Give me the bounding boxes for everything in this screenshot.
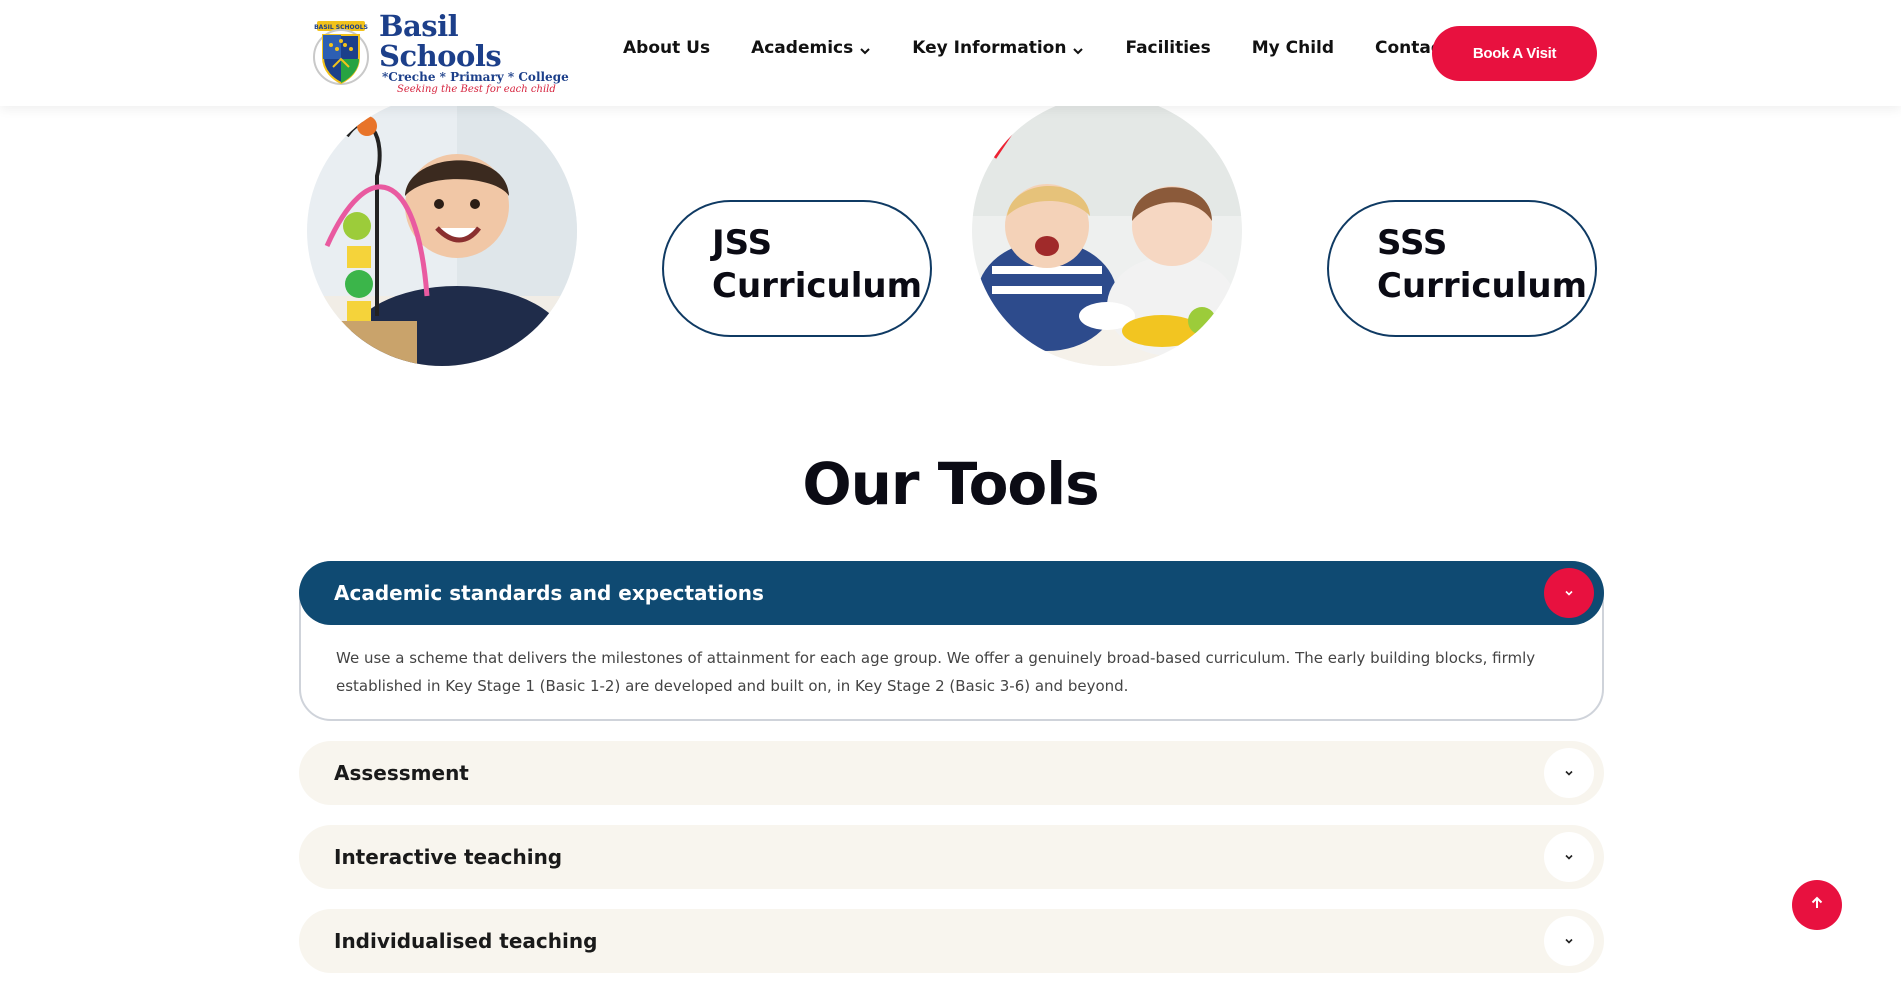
logo-tagline: Seeking the Best for each child [397, 83, 556, 95]
accordion-label: Interactive teaching [334, 845, 563, 869]
accordion-label: Individualised teaching [334, 929, 598, 953]
chevron-down-icon[interactable] [1544, 916, 1594, 966]
site-logo[interactable]: BASIL SCHOOLS Basil Schools *Creche * Pr… [311, 11, 571, 95]
chevron-down-icon[interactable] [1544, 748, 1594, 798]
accordion-header-academic-standards[interactable]: Academic standards and expectations [299, 561, 1604, 625]
jss-curriculum-card[interactable]: JSS Curriculum [662, 200, 932, 337]
logo-title: Basil Schools [379, 8, 502, 73]
accordion-header-interactive-teaching[interactable]: Interactive teaching [299, 825, 1604, 889]
accordion-body-text: We use a scheme that delivers the milest… [336, 649, 1536, 695]
nav-key-information[interactable]: Key Information [912, 38, 1084, 58]
nav-academics[interactable]: Academics [751, 38, 871, 58]
accordion-label: Academic standards and expectations [334, 581, 764, 605]
pill-line1: SSS [1377, 223, 1448, 263]
chevron-down-icon[interactable] [1544, 568, 1594, 618]
nav-facilities[interactable]: Facilities [1125, 38, 1210, 58]
accordion-header-individualised-teaching[interactable]: Individualised teaching [299, 909, 1604, 973]
chevron-down-icon [859, 42, 871, 55]
site-header: BASIL SCHOOLS Basil Schools *Creche * Pr… [0, 0, 1901, 106]
nav-label: Key Information [912, 38, 1067, 58]
main-nav: About Us Academics Key Information Facil… [623, 38, 1479, 58]
nav-label: My Child [1251, 38, 1335, 58]
chevron-down-icon [1072, 42, 1084, 55]
pill-line2: Curriculum [1377, 266, 1587, 306]
book-a-visit-button[interactable]: Book A Visit [1432, 26, 1597, 81]
children-eating-image [972, 96, 1242, 366]
pill-line1: JSS [712, 223, 773, 263]
toddler-playing-image [307, 96, 577, 366]
nav-about-us[interactable]: About Us [623, 38, 710, 58]
nav-label: About Us [623, 38, 711, 58]
section-title: Our Tools [802, 450, 1099, 518]
nav-label: Academics [751, 38, 854, 58]
nav-my-child[interactable]: My Child [1252, 38, 1334, 58]
accordion-header-assessment[interactable]: Assessment [299, 741, 1604, 805]
pill-line2: Curriculum [712, 266, 922, 306]
sss-curriculum-card[interactable]: SSS Curriculum [1327, 200, 1597, 337]
nav-label: Facilities [1125, 38, 1211, 58]
accordion-label: Assessment [334, 761, 469, 785]
logo-subtitle: *Creche * Primary * College [382, 69, 569, 84]
arrow-up-icon [1809, 895, 1825, 915]
school-crest-icon: BASIL SCHOOLS [311, 19, 371, 87]
scroll-to-top-button[interactable] [1792, 880, 1842, 930]
chevron-down-icon[interactable] [1544, 832, 1594, 882]
